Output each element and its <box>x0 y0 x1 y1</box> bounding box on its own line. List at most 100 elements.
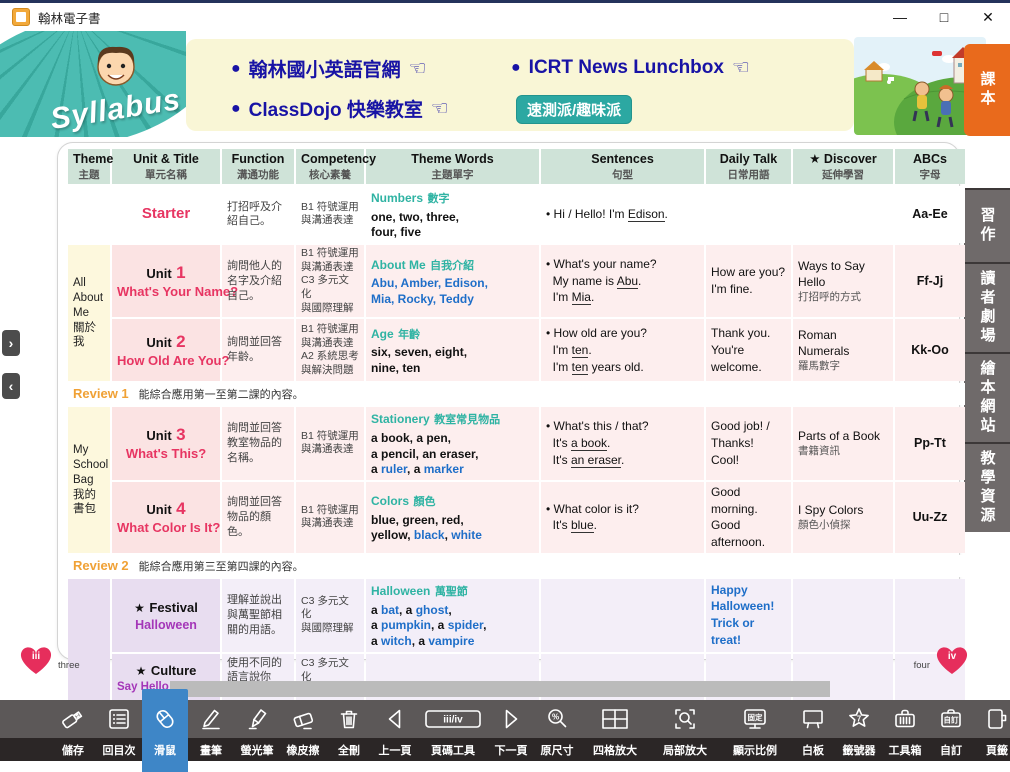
unit1-abcs: Ff-Jj <box>895 245 965 317</box>
header-theme: Theme主題 <box>68 149 110 184</box>
tool-label: 白板 <box>802 738 824 761</box>
tool-toolbox[interactable]: 工具箱 <box>882 700 928 761</box>
tool-next-page[interactable]: 下一頁 <box>488 700 534 761</box>
unit2-abcs: Kk-Oo <box>895 319 965 381</box>
hand-pointer-icon: ☜ <box>409 56 427 81</box>
header-function: Function溝通功能 <box>222 149 294 184</box>
unit2-function: 詢問並回答年齡。 <box>222 319 294 381</box>
unit1-discover: Ways to Say Hello打招呼的方式 <box>793 245 893 317</box>
starter-abcs: Aa-Ee <box>895 186 965 243</box>
unit4-sentences: • What color is it? It's blue. <box>541 482 704 553</box>
tool-save[interactable]: 儲存 <box>50 700 96 761</box>
svg-text:iv: iv <box>948 651 957 662</box>
tool-label: 四格放大 <box>593 738 637 761</box>
unit4-competency: B1 符號運用與溝通表達 <box>296 482 364 553</box>
row-unit2: Unit 2 How Old Are You? 詢問並回答年齡。 B1 符號運用… <box>68 319 965 381</box>
unit2-theme-words: Age 年齡 six, seven, eight,nine, ten <box>366 319 539 381</box>
page-number-heart-left: iii <box>18 644 54 676</box>
tool-custom[interactable]: 自訂自訂 <box>928 700 974 761</box>
tool-partial-zoom[interactable]: 局部放大 <box>650 700 720 761</box>
festival-competency: C3 多元文化與國際理解 <box>296 579 364 652</box>
tool-highlighter[interactable]: 螢光筆 <box>234 700 280 761</box>
minimize-button[interactable]: — <box>878 4 922 30</box>
tool-pen[interactable]: 畫筆 <box>188 700 234 761</box>
quiz-fun-button[interactable]: 速測派/趣味派 <box>516 95 632 124</box>
tool-delete-all[interactable]: 全刪 <box>326 700 372 761</box>
tool-label: 工具箱 <box>889 738 922 761</box>
unit3-sentences: • What's this / that? It's a book. It's … <box>541 407 704 480</box>
unit1-title-cell: Unit 1 What's Your Name? <box>112 245 220 317</box>
link-hanlin-english-site[interactable]: ●翰林國小英語官網☜ <box>231 55 427 82</box>
starter-theme-words: Numbers 數字 one, two, three,four, five <box>366 186 539 243</box>
window-title: 翰林電子書 <box>38 8 101 27</box>
star-seven-icon: 7 <box>846 700 872 738</box>
links-panel: ●翰林國小英語官網☜ ●ICRT News Lunchbox☜ ●ClassDo… <box>186 39 854 131</box>
top-banner: Syllabus ●翰林國小英語官網☜ ●ICRT News Lunchbox☜… <box>0 31 1010 137</box>
tool-page-number[interactable]: iii/iv頁碼工具 <box>418 700 488 761</box>
unit4-title-cell: Unit 4 What Color Is It? <box>112 482 220 553</box>
tool-label: 局部放大 <box>663 738 707 761</box>
pen-icon <box>198 700 224 738</box>
tool-whiteboard[interactable]: 白板 <box>790 700 836 761</box>
tool-number-picker[interactable]: 7籤號器 <box>836 700 882 761</box>
maximize-button[interactable]: □ <box>922 4 966 30</box>
bullet-icon: ● <box>231 100 241 118</box>
close-button[interactable]: ✕ <box>966 4 1010 30</box>
header-discover: ★ Discover延伸學習 <box>793 149 893 184</box>
side-tab-readers-theater[interactable]: 讀者劇場 <box>964 262 1010 352</box>
tool-toc[interactable]: 回目次 <box>96 700 142 761</box>
side-tab-picture-book-site[interactable]: 繪本網站 <box>964 352 1010 442</box>
side-tab-teaching-resources[interactable]: 教學資源 <box>964 442 1010 532</box>
panel-toggle-right-icon[interactable]: › <box>2 330 20 356</box>
monitor-icon: 固定 <box>742 700 768 738</box>
svg-text:iii/iv: iii/iv <box>443 715 463 726</box>
horizontal-scrollbar[interactable] <box>170 681 830 697</box>
row-festival: ★ Festival Halloween 理解並說出與萬聖節相關的用語。 C3 … <box>68 579 965 652</box>
tool-prev-page[interactable]: 上一頁 <box>372 700 418 761</box>
side-tab-textbook[interactable]: 課本 <box>964 44 1010 136</box>
starter-title: Starter <box>142 205 190 222</box>
row-unit4: Unit 4 What Color Is It? 詢問並回答物品的顏色。 B1 … <box>68 482 965 553</box>
tool-original-size[interactable]: %原尺寸 <box>534 700 580 761</box>
tool-page-tabs[interactable]: 頁籤 <box>974 700 1010 761</box>
unit2-sentences: • How old are you? I'm ten. I'm ten year… <box>541 319 704 381</box>
tool-label: 下一頁 <box>495 738 528 761</box>
unit3-competency: B1 符號運用與溝通表達 <box>296 407 364 480</box>
tool-four-grid-zoom[interactable]: 四格放大 <box>580 700 650 761</box>
tool-mouse[interactable]: 滑鼠 <box>142 689 188 772</box>
toolbox-icon <box>892 700 918 738</box>
tool-label: 儲存 <box>62 738 84 761</box>
starter-competency: B1 符號運用與溝通表達 <box>296 186 364 243</box>
tool-eraser[interactable]: 橡皮擦 <box>280 700 326 761</box>
page-number-heart-right: iv <box>934 644 970 676</box>
review1-desc: 能綜合應用第一至第二課的內容。 <box>139 389 304 401</box>
syllabus-page: Theme主題 Unit & Title單元名稱 Function溝通功能 Co… <box>57 142 960 660</box>
link-icrt-news-lunchbox[interactable]: ●ICRT News Lunchbox☜ <box>511 55 750 80</box>
header-abcs: ABCs字母 <box>895 149 965 184</box>
tool-label: 螢光筆 <box>241 738 274 761</box>
tool-label: 籤號器 <box>843 738 876 761</box>
panel-toggle-left-icon[interactable]: ‹ <box>2 373 20 399</box>
unit1-daily-talk: How are you?I'm fine. <box>706 245 791 317</box>
svg-text:%: % <box>552 713 559 722</box>
bullet-icon: ● <box>231 60 241 78</box>
custom-box-icon: 自訂 <box>938 700 964 738</box>
whiteboard-icon <box>800 700 826 738</box>
unit2-discover: Roman Numerals羅馬數字 <box>793 319 893 381</box>
header-theme-words: Theme Words主題單字 <box>366 149 539 184</box>
header-competency: Competency核心素養 <box>296 149 364 184</box>
side-tab-workbook[interactable]: 習作 <box>964 188 1010 262</box>
link-classdojo[interactable]: ●ClassDojo 快樂教室☜ <box>231 95 449 122</box>
review2-desc: 能綜合應用第三至第四課的內容。 <box>139 561 304 573</box>
table-header-row: Theme主題 Unit & Title單元名稱 Function溝通功能 Co… <box>68 149 965 184</box>
unit3-abcs: Pp-Tt <box>895 407 965 480</box>
tool-display-ratio[interactable]: 固定顯示比例 <box>720 700 790 761</box>
syllabus-table: Theme主題 Unit & Title單元名稱 Function溝通功能 Co… <box>66 147 967 728</box>
starter-sentences: • Hi / Hello! I'm Edison. <box>541 186 704 243</box>
unit3-discover: Parts of a Book書籍資訊 <box>793 407 893 480</box>
bullet-icon: ● <box>511 59 521 77</box>
svg-text:固定: 固定 <box>748 712 763 722</box>
header-daily-talk: Daily Talk日常用語 <box>706 149 791 184</box>
syllabus-logo: Syllabus <box>0 31 186 137</box>
unit1-function: 詢問他人的名字及介紹自己。 <box>222 245 294 317</box>
